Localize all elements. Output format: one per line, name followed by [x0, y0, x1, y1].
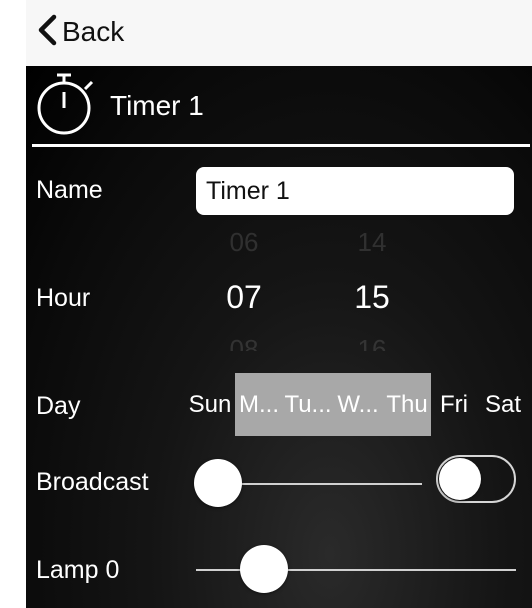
broadcast-toggle[interactable] — [436, 455, 516, 503]
name-input[interactable] — [196, 167, 514, 215]
day-sat[interactable]: Sat — [478, 373, 528, 436]
day-fri[interactable]: Fri — [433, 373, 475, 436]
lamp-label: Lamp 0 — [36, 556, 120, 584]
stopwatch-icon — [34, 72, 98, 141]
minute-prev: 14 — [357, 231, 387, 257]
broadcast-slider-thumb[interactable] — [194, 459, 242, 507]
broadcast-label: Broadcast — [36, 468, 149, 496]
timer-header: Timer 1 — [34, 72, 204, 141]
hour-next: 08 — [229, 334, 259, 351]
minute-next: 16 — [357, 334, 387, 351]
day-wed[interactable]: W... — [333, 373, 383, 436]
day-mon[interactable]: M... — [235, 373, 283, 436]
minute-picker[interactable]: 14 15 16 — [332, 231, 412, 351]
hour-current: 07 — [226, 279, 262, 315]
navigation-bar: Back — [26, 0, 532, 66]
hour-prev: 06 — [229, 231, 259, 257]
day-thu[interactable]: Thu — [383, 373, 431, 436]
left-margin — [0, 0, 26, 608]
header-divider — [32, 144, 530, 147]
day-label: Day — [36, 392, 81, 420]
timer-title: Timer 1 — [110, 90, 204, 121]
hour-label: Hour — [36, 284, 91, 312]
lamp-slider-thumb[interactable] — [240, 545, 288, 593]
day-tue[interactable]: Tu... — [283, 373, 333, 436]
timer-settings-panel: Timer 1 Name Hour 06 07 08 14 15 16 Day … — [26, 66, 532, 608]
hour-picker[interactable]: 06 07 08 — [204, 231, 284, 351]
minute-current: 15 — [354, 279, 390, 315]
chevron-left-icon — [36, 14, 58, 51]
toggle-knob — [439, 458, 481, 500]
day-sun[interactable]: Sun — [186, 373, 234, 436]
back-label: Back — [62, 16, 125, 47]
back-button[interactable]: Back — [36, 12, 124, 52]
name-label: Name — [36, 176, 103, 204]
